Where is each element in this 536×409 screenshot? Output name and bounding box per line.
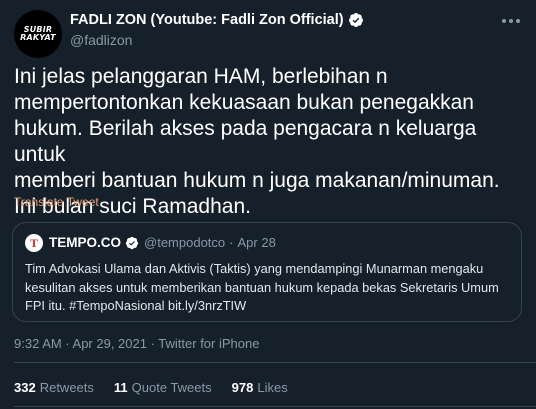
quoted-author-name: TEMPO.CO [49,235,122,250]
divider [14,362,536,363]
quote-tweets-stat[interactable]: 11 Quote Tweets [114,380,212,395]
verified-badge-icon [348,13,363,27]
quoted-tweet-text: Tim Advokasi Ulama dan Aktivis (Taktis) … [25,261,499,313]
avatar[interactable]: SUBIR RAKYAT [14,10,62,58]
separator-dot: · [229,235,234,250]
likes-label: Likes [257,380,288,395]
retweets-label: Retweets [39,380,94,395]
likes-count: 978 [231,380,254,395]
quoted-tweet-date: Apr 28 [237,235,276,250]
likes-stat[interactable]: 978 Likes [232,380,288,395]
retweets-stat[interactable]: 332 Retweets [14,380,94,395]
tweet-header: SUBIR RAKYAT FADLI ZON (Youtube: Fadli Z… [14,10,522,58]
quoted-tweet-header: TEMPO.CO @tempodotco · Apr 28 [49,235,276,250]
engagement-stats: 332 Retweets 11 Quote Tweets 978 Likes [14,380,308,395]
more-options-icon[interactable] [500,14,522,28]
divider [14,406,536,407]
verified-badge-icon [125,236,139,249]
avatar-logo-text: SUBIR RAKYAT [20,25,56,42]
tweet-timestamp[interactable]: 9:32 AM · Apr 29, 2021 · Twitter for iPh… [14,336,259,351]
quoted-author-handle: @tempodotco [144,235,226,250]
author-name-row: FADLI ZON (Youtube: Fadli Zon Official) [70,12,364,28]
quote-tweets-count: 11 [113,380,128,395]
author-display-name[interactable]: FADLI ZON (Youtube: Fadli Zon Official) [70,12,344,28]
author-handle[interactable]: @fadlizon [70,32,132,48]
translate-tweet-link[interactable]: Translate Tweet [14,195,99,209]
tempo-logo-icon: T [25,234,43,252]
retweets-count: 332 [14,380,36,395]
quote-tweets-label: Quote Tweets [131,380,212,395]
quoted-tweet[interactable]: T TEMPO.CO @tempodotco · Apr 28 Tim Advo… [12,222,522,322]
